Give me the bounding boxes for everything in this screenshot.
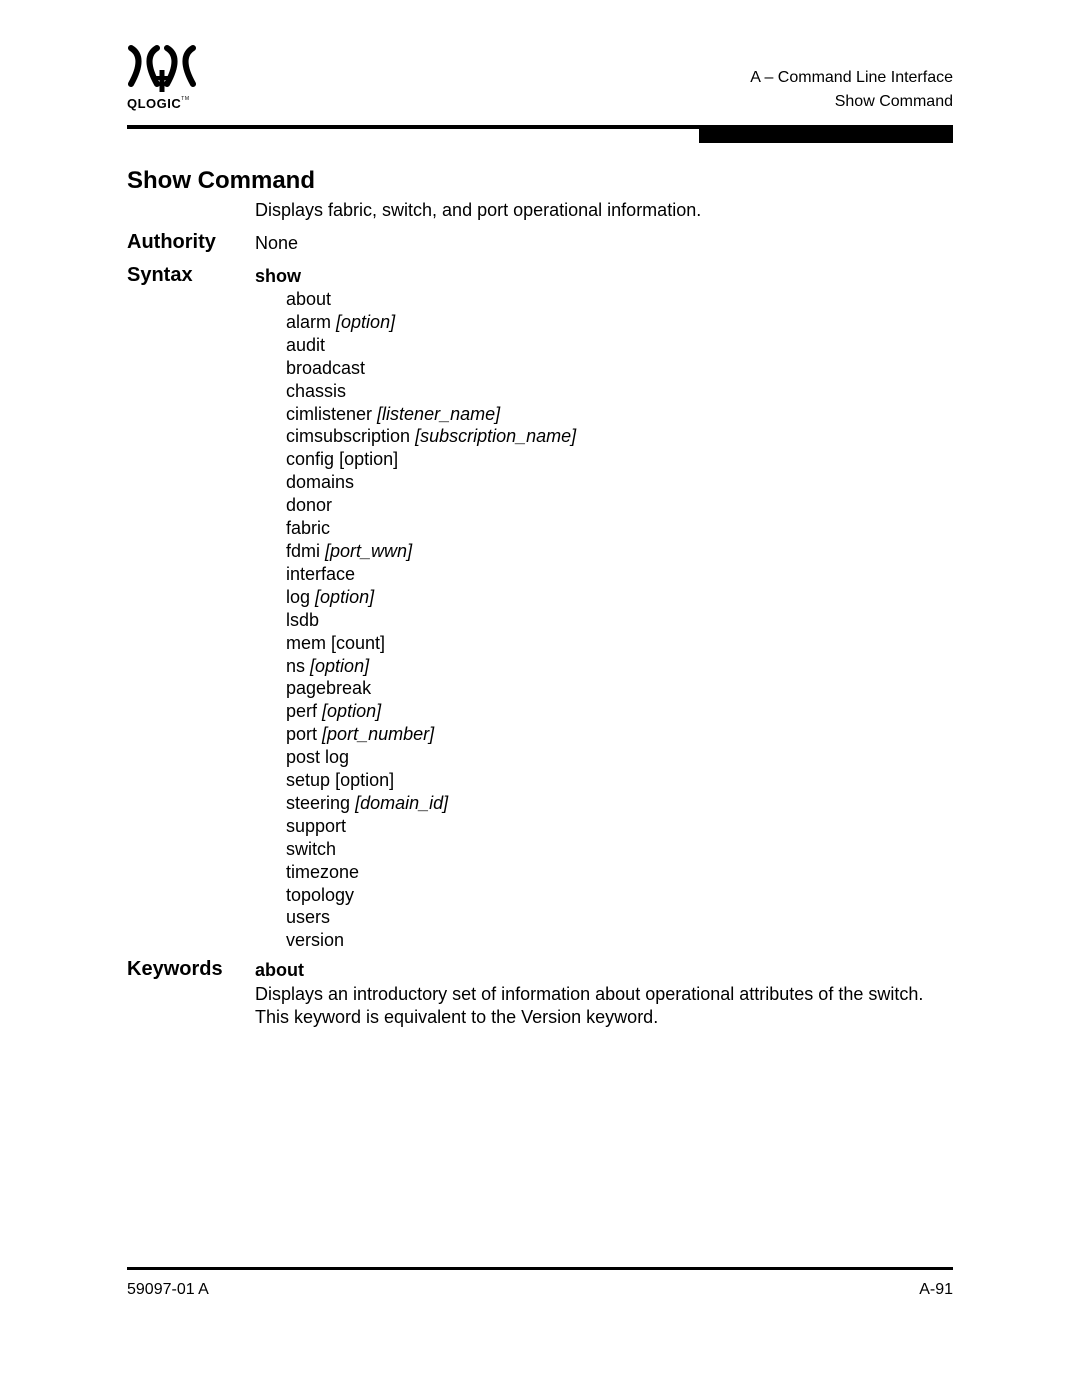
syntax-option: domains — [286, 471, 576, 494]
footer-rule — [127, 1267, 953, 1270]
option-name: audit — [286, 334, 326, 355]
option-argument: [option] — [339, 449, 399, 470]
syntax-option: broadcast — [286, 357, 576, 380]
option-name: pagebreak — [286, 678, 372, 699]
syntax-option: setup [option] — [286, 769, 576, 792]
option-name: timezone — [286, 861, 360, 882]
syntax-option: interface — [286, 563, 576, 586]
qlogic-logo: QLOGICTM — [127, 44, 199, 114]
running-head-chapter: A – Command Line Interface — [750, 69, 953, 86]
syntax-option: alarm [option] — [286, 311, 576, 334]
syntax-option: switch — [286, 838, 576, 861]
option-name: interface — [286, 563, 356, 584]
option-name: switch — [286, 838, 337, 859]
syntax-command: show — [255, 266, 302, 286]
option-name: post log — [286, 747, 350, 768]
syntax-option: perf [option] — [286, 700, 576, 723]
syntax-option: audit — [286, 334, 576, 357]
option-name: about — [286, 289, 332, 309]
option-name: cimlistener — [286, 403, 373, 424]
syntax-option: cimsubscription [subscription_name] — [286, 425, 576, 448]
option-argument: [subscription_name] — [415, 426, 577, 447]
header-rule — [127, 125, 699, 129]
page-title: Show Command — [127, 167, 316, 194]
option-name: setup — [286, 770, 331, 791]
option-name: log — [286, 586, 311, 607]
option-argument: [listener_name] — [377, 403, 501, 424]
option-argument: [option] — [315, 586, 375, 607]
syntax-option: lsdb — [286, 609, 576, 632]
syntax-option: about — [286, 288, 576, 311]
keyword-name: about — [255, 960, 304, 980]
header-rule-tab — [699, 125, 953, 143]
option-argument: [option] — [336, 311, 396, 332]
option-name: fdmi — [286, 540, 321, 561]
authority-label: Authority — [127, 231, 216, 253]
option-name: domains — [286, 472, 355, 493]
syntax-option: log [option] — [286, 586, 576, 609]
option-name: fabric — [286, 518, 331, 539]
logo-wordmark: QLOGICTM — [127, 96, 190, 111]
syntax-option: donor — [286, 494, 576, 517]
qlogic-logo-icon — [128, 45, 196, 92]
trademark-mark: TM — [181, 96, 190, 102]
keywords-label: Keywords — [127, 958, 223, 980]
option-name: broadcast — [286, 357, 366, 378]
syntax-option: steering [domain_id] — [286, 792, 576, 815]
running-head: A – Command Line Interface Show Command — [750, 66, 953, 114]
authority-value: None — [255, 233, 299, 253]
option-argument: [option] — [322, 701, 382, 722]
syntax-option: users — [286, 906, 576, 929]
syntax-option: pagebreak — [286, 677, 576, 700]
syntax-option: config [option] — [286, 448, 576, 471]
syntax-option: post log — [286, 746, 576, 769]
option-name: mem — [286, 632, 326, 653]
syntax-option: fdmi [port_wwn] — [286, 540, 576, 563]
option-name: users — [286, 907, 331, 928]
syntax-option: port [port_number] — [286, 723, 576, 746]
option-name: port — [286, 724, 318, 745]
keyword-description: Displays an introductory set of informat… — [255, 984, 924, 1027]
option-name: alarm — [286, 311, 332, 332]
syntax-options-list: about alarm [option] audit broadcast chassis… — [286, 288, 576, 952]
option-name: perf — [286, 701, 318, 722]
option-name: ns — [286, 655, 306, 676]
option-name: support — [286, 815, 347, 836]
option-name: cimsubscription — [286, 426, 411, 447]
option-argument: [option] — [310, 655, 370, 676]
syntax-option: version — [286, 929, 576, 952]
syntax-label: Syntax — [127, 264, 193, 286]
option-name: version — [286, 930, 345, 951]
running-head-section: Show Command — [834, 93, 953, 110]
syntax-option: ns [option] — [286, 655, 576, 678]
syntax-option: chassis — [286, 380, 576, 403]
syntax-option: topology — [286, 884, 576, 907]
syntax-option: fabric — [286, 517, 576, 540]
option-name: chassis — [286, 380, 347, 401]
option-argument: [port_number] — [322, 724, 435, 745]
option-argument: [port_wwn] — [325, 540, 413, 561]
option-name: topology — [286, 884, 355, 905]
syntax-option: support — [286, 815, 576, 838]
page-number: A-91 — [919, 1281, 953, 1298]
syntax-option: timezone — [286, 861, 576, 884]
syntax-option: mem [count] — [286, 632, 576, 655]
option-name: config — [286, 449, 335, 470]
option-name: donor — [286, 495, 333, 516]
option-argument: [count] — [331, 632, 386, 653]
option-name: steering — [286, 792, 351, 813]
option-argument: [domain_id] — [355, 792, 449, 813]
option-argument: [option] — [335, 770, 395, 791]
option-name: lsdb — [286, 609, 320, 630]
command-description: Displays fabric, switch, and port operat… — [255, 200, 702, 220]
syntax-option: cimlistener [listener_name] — [286, 403, 576, 426]
document-number: 59097-01 A — [127, 1281, 209, 1298]
